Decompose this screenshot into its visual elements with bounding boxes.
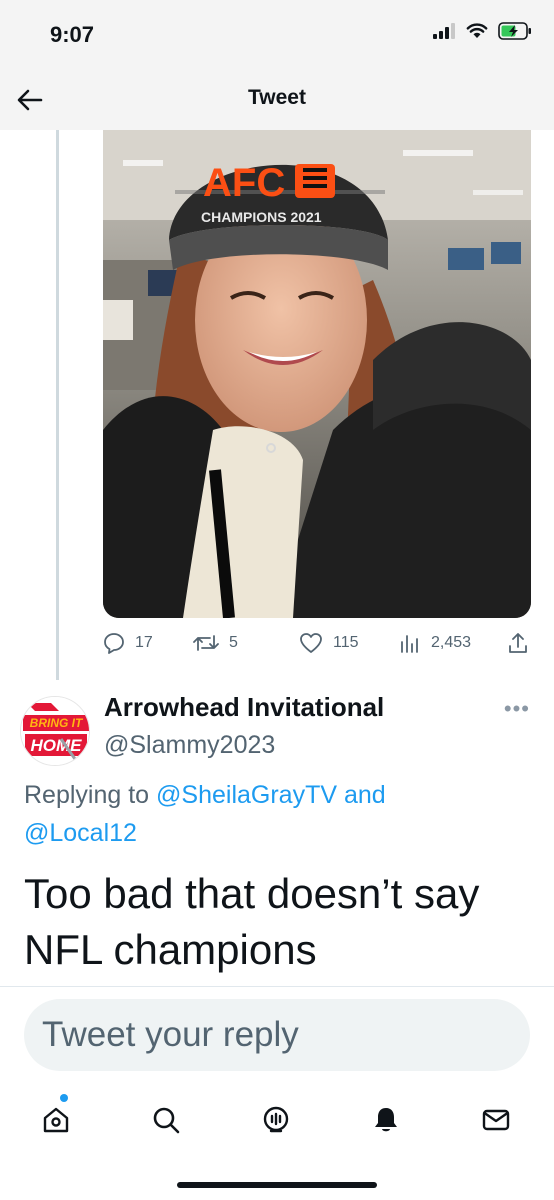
replying-conjunction: and: [343, 781, 386, 809]
avatar-badge-bottom: HOME: [31, 736, 83, 755]
status-time: 9:07: [50, 22, 95, 47]
spaces-icon: [263, 1106, 289, 1133]
retweet-action[interactable]: 5: [193, 632, 238, 654]
reply-author-name[interactable]: Arrowhead Invitational: [104, 692, 384, 723]
tab-home[interactable]: [38, 1102, 74, 1138]
navigation-bar: Tweet: [0, 70, 554, 130]
cellular-signal-icon: [433, 23, 455, 39]
share-icon: [509, 633, 527, 653]
reply-composer-bar: [0, 986, 554, 1071]
replying-to-line: Replying to @SheilaGrayTV and @Local12: [24, 776, 524, 852]
like-action[interactable]: 115: [299, 632, 359, 654]
thread-connector-line: [56, 130, 59, 680]
avatar-badge-top: BRING IT: [30, 716, 84, 730]
analytics-icon: [401, 635, 418, 653]
view-count: 2,453: [431, 634, 472, 651]
reply-tweet-text: Too bad that doesn’t say NFL champions: [24, 870, 480, 973]
status-bar: 9:07: [0, 0, 554, 70]
tab-search[interactable]: [148, 1102, 184, 1138]
more-options-icon[interactable]: •••: [504, 696, 530, 722]
heart-icon: [300, 633, 322, 653]
hat-text-afc: AFC: [203, 161, 285, 205]
notifications-icon: [375, 1108, 397, 1132]
status-icons: [432, 22, 532, 40]
tab-notifications[interactable]: [368, 1102, 404, 1138]
reply-icon: [104, 633, 124, 654]
mention-link-sheilagraytv[interactable]: @SheilaGrayTV: [156, 781, 337, 809]
reply-input[interactable]: [24, 999, 530, 1071]
avatar[interactable]: BRING IT HOME: [20, 696, 90, 766]
reply-count: 17: [135, 634, 153, 651]
tab-spaces[interactable]: [258, 1102, 294, 1138]
hat-text-champions: CHAMPIONS 2021: [201, 209, 322, 225]
tab-messages[interactable]: [478, 1102, 514, 1138]
reply-author-handle[interactable]: @Slammy2023: [104, 731, 275, 760]
like-count: 115: [333, 634, 359, 651]
photo-illustration: AFC CHAMPIONS 2021: [103, 130, 531, 618]
retweet-icon: [193, 635, 219, 651]
home-icon: [43, 1107, 69, 1133]
share-action[interactable]: [507, 632, 529, 654]
notification-dot: [60, 1094, 68, 1102]
mention-link-local12[interactable]: @Local12: [24, 819, 137, 847]
reply-action[interactable]: 17: [103, 632, 153, 654]
page-title: Tweet: [248, 86, 306, 109]
search-icon: [153, 1107, 180, 1134]
battery-charging-icon: [498, 22, 531, 40]
bring-it-home-logo: BRING IT HOME: [21, 697, 89, 765]
retweet-count: 5: [229, 634, 238, 651]
messages-icon: [482, 1109, 510, 1131]
home-indicator: [177, 1182, 377, 1188]
tweet-action-bar: 17 5 115 2,453: [103, 632, 531, 664]
tweet-photo[interactable]: AFC CHAMPIONS 2021: [103, 130, 531, 618]
replying-prefix: Replying to: [24, 781, 150, 809]
views-action[interactable]: 2,453: [399, 632, 471, 654]
wifi-icon: [466, 23, 488, 38]
